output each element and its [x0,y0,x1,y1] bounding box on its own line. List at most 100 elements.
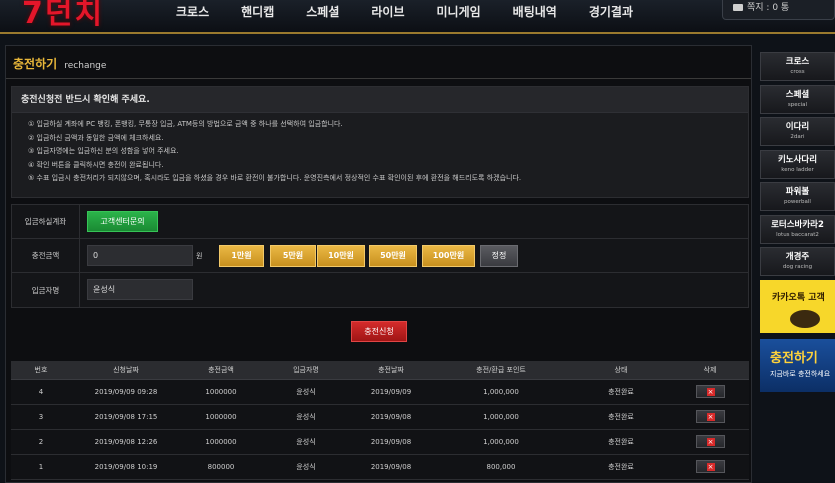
table-row: 3 2019/09/08 17:15 1000000 윤성식 2019/09/0… [11,404,749,430]
quick-amount-100k-button[interactable]: 10만원 [317,245,365,267]
sidebar-item-sublabel: keno ladder [781,166,814,173]
panel-header: 충전하기 rechange [6,46,751,79]
cell-amount: 800000 [181,454,261,480]
reset-amount-button[interactable]: 정정 [480,245,518,267]
nav-item-minigame[interactable]: 미니게임 [421,0,497,32]
currency-unit: 원 [196,252,203,260]
depositor-input[interactable] [87,279,193,300]
quick-amount-50k-button[interactable]: 5만원 [270,245,316,267]
table-row: 4 2019/09/09 09:28 1000000 윤성식 2019/09/0… [11,379,749,405]
cell-status: 충전완료 [571,404,671,430]
kakaotalk-support-banner[interactable]: 카카오톡 고객 [760,280,835,333]
sidebar-item-label: 키노사다리 [777,154,818,165]
cell-depositor: 윤성식 [261,454,351,480]
cell-amount: 1000000 [181,379,261,405]
nav-item-bet-history[interactable]: 배팅내역 [497,0,573,32]
customer-support-button[interactable]: 고객센터문의 [87,211,158,232]
cell-request-date: 2019/09/08 12:26 [71,429,181,455]
cell-no: 4 [11,379,71,405]
sidebar-item-label: 크로스 [785,57,810,67]
cell-no: 2 [11,429,71,455]
sidebar-item-label: 개경주 [785,252,810,262]
table-row: 2 2019/09/08 12:26 1000000 윤성식 2019/09/0… [11,429,749,455]
col-header-status: 상태 [571,361,671,380]
cell-request-date: 2019/09/08 17:15 [71,404,181,430]
cell-depositor: 윤성식 [261,429,351,455]
cell-charge-date: 2019/09/08 [351,429,431,455]
cell-status: 충전완료 [571,454,671,480]
sidebar-item-powerball[interactable]: 파워볼 powerball [760,182,835,211]
sidebar-item-keno-ladder[interactable]: 키노사다리 keno ladder [760,149,835,179]
col-header-depositor: 입금자명 [261,361,351,380]
cell-points: 1,000,000 [431,429,571,455]
delete-x-icon: × [706,413,715,421]
notice-line: ③ 입금자명에는 입금하신 분의 성함을 넣어 주세요. [28,147,179,156]
table-row: 1 2019/09/08 10:19 800000 윤성식 2019/09/08… [11,454,749,480]
delete-x-icon: × [706,388,715,396]
cell-depositor: 윤성식 [261,404,351,430]
col-header-request-date: 신청날짜 [71,361,181,380]
message-box[interactable]: 쪽지 : 0 통 [722,0,835,20]
page-subtitle: rechange [64,61,107,71]
sidebar-item-special[interactable]: 스페셜 special [760,84,835,114]
sidebar-item-sublabel: 2dari [790,134,805,140]
cell-status: 충전완료 [571,429,671,455]
depositor-row: 입금자명 [12,273,748,307]
cell-depositor: 윤성식 [261,379,351,405]
nav-item-special[interactable]: 스페셜 [290,0,355,32]
depositor-label: 입금자명 [12,273,80,307]
cell-request-date: 2019/09/08 10:19 [71,454,181,480]
kakao-banner-text: 카카오톡 고객 [772,293,825,303]
cell-charge-date: 2019/09/09 [351,379,431,405]
sidebar-item-dog-racing[interactable]: 개경주 dog racing [760,247,835,276]
amount-row: 충전금액 원 1만원 5만원 10만원 50만원 100만원 정정 [12,239,748,273]
nav-item-handicap[interactable]: 핸디캡 [225,0,290,32]
delete-button[interactable]: × [695,410,725,423]
cell-points: 1,000,000 [431,404,571,430]
sidebar-item-label: 로터스바카라2 [771,219,824,230]
notice-box: 충전신청전 반드시 확인해 주세요. ① 입금하실 계좌에 PC 뱅킹, 폰뱅킹… [11,86,749,198]
cell-points: 1,000,000 [431,379,571,405]
sidebar-item-sublabel: cross [790,69,805,75]
charge-submit-button[interactable]: 충전신청 [351,321,407,342]
charge-banner[interactable]: 충전하기 지금바로 충전하세요 [760,339,835,392]
sidebar-item-lotus-baccarat[interactable]: 로터스바카라2 lotus baccarat2 [760,214,835,244]
charge-history-table: 번호 신청날짜 충전금액 입금자명 충전날짜 충전/환급 포인트 상태 삭제 4… [11,361,749,480]
delete-button[interactable]: × [695,385,725,398]
nav-item-cross[interactable]: 크로스 [160,0,225,32]
sidebar-item-cross[interactable]: 크로스 cross [760,52,835,81]
nav-item-live[interactable]: 라이브 [355,0,420,32]
notice-line: ⑤ 수표 입금시 충전처리가 되지않으며, 혹시라도 입금을 하셨을 경우 바로… [28,174,522,183]
cell-amount: 1000000 [181,429,261,455]
amount-input[interactable] [87,245,193,266]
sidebar-item-sublabel: powerball [784,199,811,205]
sidebar-item-sublabel: lotus baccarat2 [776,231,819,238]
cell-no: 3 [11,404,71,430]
col-header-delete: 삭제 [671,361,749,380]
delete-button[interactable]: × [695,435,725,448]
envelope-icon [733,4,743,11]
top-navigation-bar: 7던치 크로스 핸디캡 스페셜 라이브 미니게임 배팅내역 경기결과 쪽지 : … [0,0,835,34]
chat-bubble-icon [790,310,820,328]
sidebar-item-2dari[interactable]: 이다리 2dari [760,117,835,146]
quick-amount-1m-button[interactable]: 100만원 [422,245,475,267]
delete-button[interactable]: × [695,460,725,473]
quick-amount-500k-button[interactable]: 50만원 [369,245,417,267]
sidebar-item-sublabel: special [787,101,808,108]
sidebar-item-sublabel: dog racing [782,264,813,270]
game-sidebar: 크로스 cross 스페셜 special 이다리 2dari 키노사다리 ke… [760,52,835,392]
table-header-row: 번호 신청날짜 충전금액 입금자명 충전날짜 충전/환급 포인트 상태 삭제 [11,361,749,380]
charge-banner-subtitle: 지금바로 충전하세요 [770,370,831,378]
account-row: 입금하실계좌 고객센터문의 [12,205,748,239]
charge-form: 입금하실계좌 고객센터문의 충전금액 원 1만원 5만원 10만원 50만원 1… [11,204,749,308]
notice-title: 충전신청전 반드시 확인해 주세요. [12,87,748,113]
quick-amount-10k-button[interactable]: 1만원 [219,245,264,267]
page-title: 충전하기 [13,57,58,71]
sidebar-item-label: 이다리 [785,122,810,132]
notice-list: ① 입금하실 계좌에 PC 뱅킹, 폰뱅킹, 무통장 입금, ATM등의 방법으… [12,113,748,186]
col-header-charge-date: 충전날짜 [351,361,431,380]
charge-banner-title: 충전하기 [770,351,818,366]
sidebar-item-label: 파워볼 [785,187,810,197]
site-logo[interactable]: 7던치 [22,0,104,32]
nav-item-results[interactable]: 경기결과 [573,0,649,32]
